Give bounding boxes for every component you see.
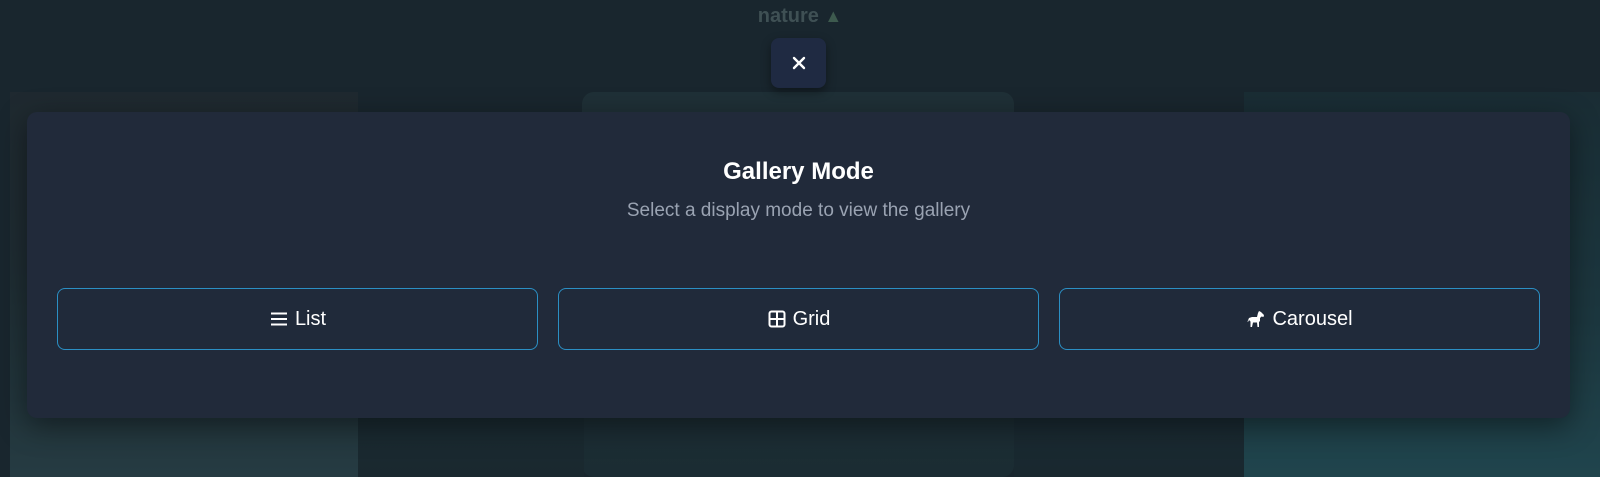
list-mode-button[interactable]: List <box>57 288 538 350</box>
close-icon <box>792 56 805 70</box>
gallery-mode-dialog: Gallery Mode Select a display mode to vi… <box>27 112 1570 418</box>
tree-icon: ▲ <box>824 6 843 26</box>
page-title-text: nature <box>757 5 819 27</box>
dialog-subtitle: Select a display mode to view the galler… <box>626 200 971 221</box>
close-button[interactable] <box>771 38 826 88</box>
carousel-mode-label: Carousel <box>1272 307 1353 330</box>
list-mode-label: List <box>294 307 327 330</box>
dialog-title: Gallery Mode <box>723 158 874 185</box>
grid-mode-label: Grid <box>792 307 831 330</box>
grid-mode-button[interactable]: Grid <box>558 288 1039 350</box>
horse-icon <box>1247 311 1265 327</box>
list-icon <box>270 312 287 326</box>
carousel-mode-button[interactable]: Carousel <box>1059 288 1540 350</box>
page-title: nature ▲ <box>0 5 1600 28</box>
grid-icon <box>768 310 786 328</box>
